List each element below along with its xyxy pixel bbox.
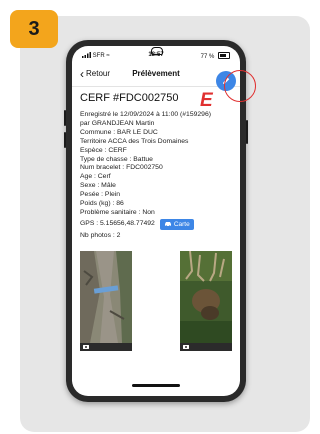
battery-percent: 77 % [200,54,215,60]
photos-count: Nb photos : 2 [80,231,121,239]
map-button[interactable]: Carte [159,218,194,230]
battery-icon [218,52,230,59]
step-badge: 3 [10,10,58,48]
phone-frame: SFR ≈ 18:57 77 % ‹ Retour Prélèvement CE… [64,40,248,402]
car-icon [164,222,171,228]
page-title: Prélèvement [132,69,180,78]
weighing-line: Pesée : Plein [80,191,121,199]
volume-up-button [64,110,66,126]
bracelet-line: Num bracelet : FDC002750 [80,164,163,172]
volume-down-button [64,132,66,148]
annotation-label: E [200,90,213,111]
camera-icon [83,345,89,349]
home-indicator [132,384,180,387]
battery-indicator: 77 % [201,52,230,60]
territory-line: Territoire ACCA des Trois Domaines [80,137,189,145]
sex-line: Sexe : Mâle [80,182,116,190]
registered-line: Enregistré le 12/09/2024 à 11:00 (#15929… [80,111,211,118]
tree-photo [80,251,132,343]
photo-caption-bar [80,343,132,351]
hunt-type-line: Type de chasse : Battue [80,155,153,163]
age-line: Age : Cerf [80,173,111,181]
photo-caption-bar [180,343,232,351]
highlight-circle [224,70,256,102]
gps-coordinates: GPS : 5.15656,48.77492 [80,219,155,227]
map-button-label: Carte [173,220,190,228]
weight-line: Poids (kg) : 86 [80,200,124,208]
photo-thumbnail[interactable] [180,250,232,351]
commune-line: Commune : BAR LE DUC [80,128,158,136]
photo-thumbnail[interactable] [80,251,132,351]
phone-screen: SFR ≈ 18:57 77 % ‹ Retour Prélèvement CE… [72,46,240,396]
species-line: Espèce : CERF [80,146,127,154]
camera-icon [183,345,189,349]
record-details: CERF #FDC002750 Enregistré le 12/09/2024… [80,92,234,241]
health-line: Problème sanitaire : Non [80,208,155,216]
author-line: par GRANDJEAN Martin [80,119,155,127]
photo-gallery [80,250,232,351]
navigation-bar: ‹ Retour Prélèvement [72,64,240,91]
gps-row: GPS : 5.15656,48.77492 Carte [80,218,234,230]
deer-photo [180,250,232,343]
power-button [246,120,248,144]
step-number: 3 [28,17,40,40]
status-bar: SFR ≈ 18:57 77 % [72,46,240,62]
